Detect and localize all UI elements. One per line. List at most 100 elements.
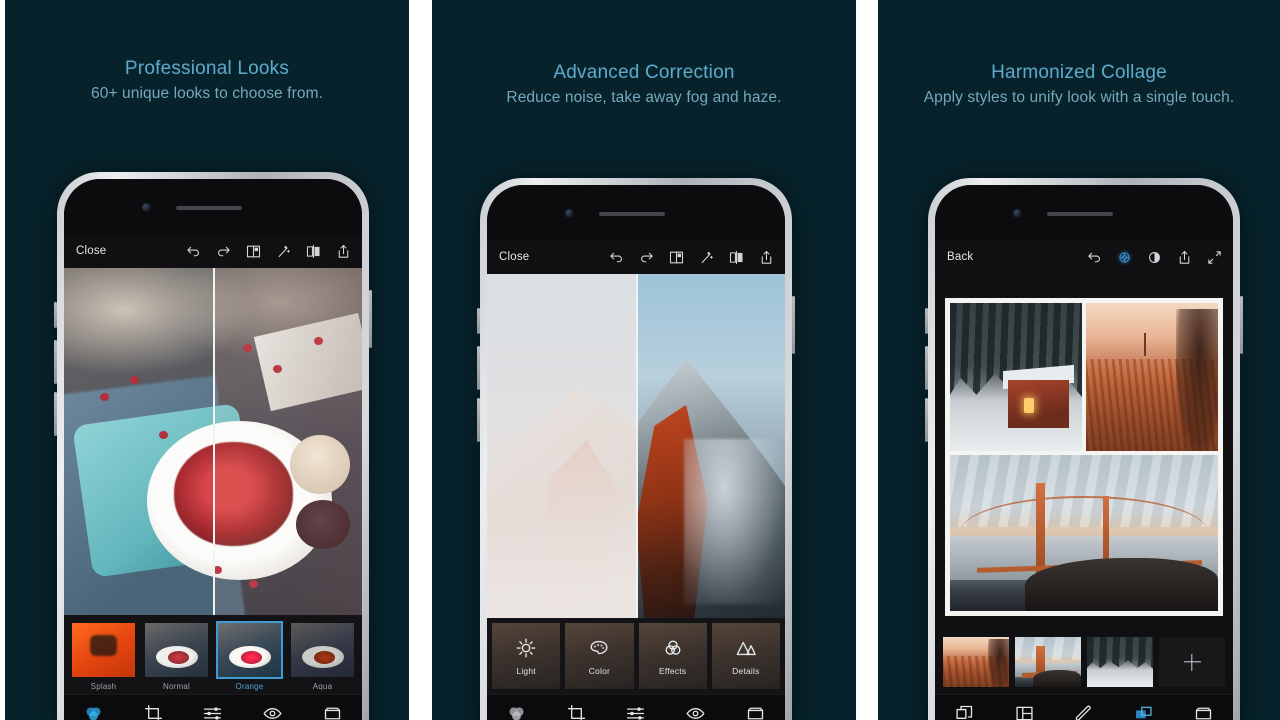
border-tab[interactable] [725, 695, 785, 720]
expand-icon[interactable] [1206, 249, 1223, 266]
editor-topbar-icons-2 [608, 249, 775, 266]
layout-grid-icon [1016, 706, 1033, 720]
collage-canvas[interactable] [935, 274, 1233, 630]
share-icon[interactable] [335, 243, 352, 260]
panel-gap-1 [409, 0, 432, 720]
aperture-icon[interactable] [1116, 248, 1133, 266]
border-tab[interactable] [302, 695, 362, 720]
volume-up-1[interactable] [54, 340, 57, 384]
undo-icon[interactable] [185, 243, 202, 260]
border-frame-icon [747, 707, 763, 720]
volume-up-3[interactable] [925, 346, 928, 390]
heal-tab[interactable] [243, 695, 303, 720]
power-button-3[interactable] [1240, 296, 1243, 354]
before-after-split-handle[interactable] [636, 274, 638, 618]
redo-icon[interactable] [638, 249, 655, 266]
panel-advanced-correction: Advanced Correction Reduce noise, take a… [432, 0, 856, 720]
collage-cell-sunset[interactable] [1086, 303, 1218, 452]
bottom-nav-1 [64, 694, 362, 720]
app-screen-1: Close Splash Normal Orange Aqua [64, 234, 362, 720]
collage-cell-cabin[interactable] [950, 303, 1082, 452]
panel-professional-looks: Professional Looks 60+ unique looks to c… [5, 0, 409, 720]
looks-circles-icon [86, 707, 101, 720]
collage-cell-bridge[interactable] [950, 455, 1218, 611]
phone-mockup-2: Close Light Color Effects Details [477, 178, 795, 720]
crop-tab[interactable] [547, 695, 607, 720]
close-button-1[interactable]: Close [76, 245, 106, 257]
volume-down-1[interactable] [54, 392, 57, 436]
before-after-split-handle[interactable] [213, 268, 215, 615]
redo-icon[interactable] [215, 243, 232, 260]
share-icon[interactable] [758, 249, 775, 266]
tool-tile-effects[interactable]: Effects [638, 623, 707, 689]
filmstrip-add-tile[interactable] [1159, 637, 1225, 687]
app-screen-2: Close Light Color Effects Details [487, 240, 785, 720]
volume-down-3[interactable] [925, 398, 928, 442]
preset-label: Normal [163, 682, 190, 691]
phone-bezel-top-3 [935, 185, 1233, 240]
preset-item[interactable]: Normal [143, 621, 210, 691]
layout-tab[interactable] [995, 695, 1055, 720]
power-button-2[interactable] [792, 296, 795, 354]
venn-circles-icon [665, 640, 681, 655]
mute-switch-2[interactable] [477, 308, 480, 334]
phone-mockup-3: Back [925, 178, 1243, 720]
power-button-1[interactable] [369, 290, 372, 348]
panel-3-subtitle: Apply styles to unify look with a single… [923, 89, 1235, 106]
undo-icon[interactable] [1086, 249, 1103, 266]
earpiece-speaker [1047, 212, 1113, 216]
volume-down-2[interactable] [477, 398, 480, 442]
looks-tab[interactable] [64, 695, 124, 720]
editor-topbar-2: Close [487, 240, 785, 274]
panel-3-headings: Harmonized Collage Apply styles to unify… [878, 62, 1280, 107]
crop-icon [567, 704, 585, 720]
tool-tile-details[interactable]: Details [711, 623, 780, 689]
mute-switch-1[interactable] [54, 302, 57, 328]
looks-tab[interactable] [487, 695, 547, 720]
eye-icon [686, 708, 705, 719]
filmstrip-thumb-sunset[interactable] [943, 637, 1009, 687]
preset-item-selected[interactable]: Orange [216, 621, 283, 691]
filmstrip-thumb-bridge[interactable] [1015, 637, 1081, 687]
heal-tab[interactable] [666, 695, 726, 720]
palette-icon [590, 640, 608, 654]
split-view-icon[interactable] [668, 249, 685, 266]
mute-switch-3[interactable] [925, 308, 928, 334]
preset-item[interactable]: Aqua [289, 621, 356, 691]
magic-wand-icon[interactable] [698, 249, 715, 266]
editor-photo-1[interactable] [64, 268, 362, 615]
border-tab[interactable] [1173, 695, 1233, 720]
undo-icon[interactable] [608, 249, 625, 266]
tool-tile-label: Color [588, 665, 611, 676]
before-after-icon[interactable] [728, 249, 745, 266]
tool-tile-label: Light [516, 665, 536, 676]
preset-item[interactable]: Splash [70, 621, 137, 691]
magic-wand-icon[interactable] [275, 243, 292, 260]
close-button-2[interactable]: Close [499, 251, 529, 263]
adjust-tab[interactable] [183, 695, 243, 720]
tool-tile-light[interactable]: Light [492, 623, 561, 689]
phone-screen-1: Close Splash Normal Orange Aqua [64, 179, 362, 720]
crop-icon [144, 704, 162, 720]
editor-topbar-icons-3 [1086, 248, 1223, 266]
volume-up-2[interactable] [477, 346, 480, 390]
adjust-tab[interactable] [606, 695, 666, 720]
phone-screen-3: Back [935, 185, 1233, 720]
tool-tile-color[interactable]: Color [565, 623, 634, 689]
editor-photo-2[interactable] [487, 274, 785, 618]
contrast-circle-icon[interactable] [1146, 249, 1163, 266]
filmstrip-thumb-cabin[interactable] [1087, 637, 1153, 687]
crop-tab[interactable] [124, 695, 184, 720]
layers-tab[interactable] [935, 695, 995, 720]
border-frame-icon [324, 707, 340, 720]
sliders-icon [204, 707, 222, 720]
share-icon[interactable] [1176, 249, 1193, 266]
editor-topbar-icons-1 [185, 243, 352, 260]
before-after-icon[interactable] [305, 243, 322, 260]
collage-filmstrip [935, 630, 1233, 694]
back-button[interactable]: Back [947, 251, 973, 263]
styles-tab[interactable] [1114, 695, 1174, 720]
edit-tab[interactable] [1054, 695, 1114, 720]
front-camera-icon [142, 203, 151, 212]
split-view-icon[interactable] [245, 243, 262, 260]
